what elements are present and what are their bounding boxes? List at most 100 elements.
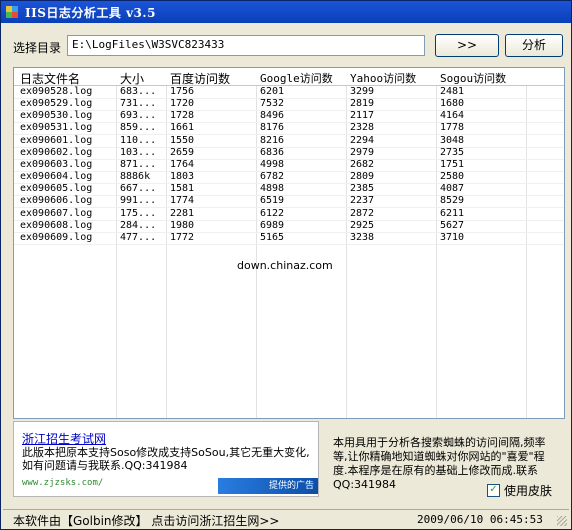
cell-google: 6836 — [260, 146, 285, 158]
checkbox-check-icon[interactable]: ✓ — [487, 484, 500, 497]
cell-baidu: 1774 — [170, 195, 195, 207]
cell-size: 991... — [120, 195, 157, 207]
table-row[interactable]: ex090606.log 991... 1774 6519 2237 8529 — [14, 195, 564, 209]
cell-sogou: 8529 — [440, 195, 465, 207]
status-datetime: 2009/06/10 06:45:53 — [417, 513, 543, 526]
cell-size: 693... — [120, 110, 157, 122]
cell-google: 8176 — [260, 122, 285, 134]
cell-sogou: 2735 — [440, 146, 465, 158]
cell-google: 8496 — [260, 110, 285, 122]
cell-filename: ex090603.log — [20, 158, 93, 170]
use-skin-checkbox[interactable]: ✓ 使用皮肤 — [487, 482, 552, 499]
cell-baidu: 1772 — [170, 231, 195, 243]
cell-baidu: 1550 — [170, 134, 195, 146]
log-table[interactable]: 日志文件名 大小 百度访问数 Google访问数 Yahoo访问数 Sogou访… — [13, 67, 565, 419]
cell-yahoo: 3238 — [350, 231, 375, 243]
column-header-sogou[interactable]: Sogou访问数 — [440, 70, 506, 86]
table-row[interactable]: ex090603.log 871... 1764 4998 2682 1751 — [14, 159, 564, 172]
table-row[interactable]: ex090605.log 667... 1581 4898 2385 4087 — [14, 183, 564, 197]
cell-size: 8886k — [120, 171, 151, 183]
cell-baidu: 1803 — [170, 171, 195, 183]
column-header-filename[interactable]: 日志文件名 — [20, 70, 80, 87]
cell-yahoo: 2328 — [350, 122, 375, 134]
cell-yahoo: 2872 — [350, 207, 375, 219]
directory-label: 选择目录 — [13, 41, 62, 55]
column-header-yahoo[interactable]: Yahoo访问数 — [350, 70, 416, 86]
cell-baidu: 2659 — [170, 146, 195, 158]
cell-sogou: 4087 — [440, 183, 465, 195]
column-header-google[interactable]: Google访问数 — [260, 70, 333, 86]
cell-size: 284... — [120, 219, 157, 231]
resize-grip-icon[interactable] — [557, 516, 567, 526]
cell-sogou: 1778 — [440, 122, 465, 134]
ad-banner[interactable]: 提供的广告 — [218, 478, 318, 494]
cell-filename: ex090529.log — [20, 98, 93, 110]
cell-baidu: 1764 — [170, 158, 195, 170]
cell-sogou: 5627 — [440, 219, 465, 231]
table-row[interactable]: ex090604.log 8886k 1803 6782 2809 2580 — [14, 171, 564, 185]
cell-sogou: 6211 — [440, 207, 465, 219]
cell-sogou: 2481 — [440, 86, 465, 97]
cell-google: 7532 — [260, 98, 285, 110]
table-row[interactable]: ex090531.log 859... 1661 8176 2328 1778 — [14, 122, 564, 136]
table-row[interactable]: ex090608.log 284... 1980 6989 2925 5627 — [14, 220, 564, 233]
cell-yahoo: 2682 — [350, 158, 375, 170]
table-row[interactable]: ex090609.log 477... 1772 5165 3238 3710 — [14, 232, 564, 245]
ad-panel: 浙江招生考试网 此版本把原本支持Soso修改成支持SoSou,其它无重大变化,如… — [13, 421, 319, 497]
cell-sogou: 3048 — [440, 134, 465, 146]
analyze-button[interactable]: 分析 — [505, 34, 563, 57]
table-row[interactable]: ex090529.log 731... 1720 7532 2819 1680 — [14, 98, 564, 112]
app-icon — [6, 6, 18, 18]
cell-size: 477... — [120, 231, 157, 243]
cell-google: 6519 — [260, 195, 285, 207]
cell-yahoo: 2809 — [350, 171, 375, 183]
cell-yahoo: 2979 — [350, 146, 375, 158]
cell-size: 103... — [120, 146, 157, 158]
status-link[interactable]: 本软件由【Golbin修改】 点击访问浙江招生网>> — [13, 512, 279, 529]
column-header-size[interactable]: 大小 — [120, 70, 144, 87]
window-title: IIS日志分析工具 v3.5 — [25, 6, 156, 20]
cell-size: 110... — [120, 134, 157, 146]
ad-url[interactable]: www.zjzsks.com/ — [22, 478, 103, 488]
cell-baidu: 1720 — [170, 98, 195, 110]
cell-google: 6122 — [260, 207, 285, 219]
column-header-baidu[interactable]: 百度访问数 — [170, 70, 230, 87]
cell-google: 4898 — [260, 183, 285, 195]
table-row[interactable]: ex090530.log 693... 1728 8496 2117 4164 — [14, 110, 564, 124]
cell-google: 6989 — [260, 219, 285, 231]
cell-google: 5165 — [260, 231, 285, 243]
cell-filename: ex090530.log — [20, 110, 93, 122]
cell-google: 4998 — [260, 158, 285, 170]
cell-baidu: 1728 — [170, 110, 195, 122]
table-row[interactable]: ex090601.log 110... 1550 8216 2294 3048 — [14, 135, 564, 148]
cell-filename: ex090607.log — [20, 207, 93, 219]
cell-yahoo: 2237 — [350, 195, 375, 207]
cell-filename: ex090531.log — [20, 122, 93, 134]
cell-filename: ex090601.log — [20, 134, 93, 146]
cell-size: 731... — [120, 98, 157, 110]
table-row[interactable]: ex090602.log 103... 2659 6836 2979 2735 — [14, 147, 564, 160]
table-row[interactable]: ex090528.log 683... 1756 6201 3299 2481 — [14, 86, 564, 99]
cell-filename: ex090528.log — [20, 86, 93, 97]
cell-size: 683... — [120, 86, 157, 97]
cell-filename: ex090609.log — [20, 231, 93, 243]
title-bar[interactable]: IIS日志分析工具 v3.5 — [1, 1, 571, 23]
cell-yahoo: 2385 — [350, 183, 375, 195]
cell-baidu: 1980 — [170, 219, 195, 231]
ad-text: 此版本把原本支持Soso修改成支持SoSou,其它无重大变化,如有问题请与我联系… — [22, 446, 310, 472]
path-input[interactable]: E:\LogFiles\W3SVC823433 — [67, 35, 425, 56]
table-row[interactable]: ex090607.log 175... 2281 6122 2872 6211 — [14, 208, 564, 221]
cell-sogou: 1751 — [440, 158, 465, 170]
watermark-text: down.chinaz.com — [237, 259, 333, 272]
cell-yahoo: 2819 — [350, 98, 375, 110]
cell-yahoo: 3299 — [350, 86, 375, 97]
cell-sogou: 2580 — [440, 171, 465, 183]
ad-link[interactable]: 浙江招生考试网 — [22, 430, 106, 447]
table-header: 日志文件名 大小 百度访问数 Google访问数 Yahoo访问数 Sogou访… — [14, 68, 564, 86]
browse-button[interactable]: >> — [435, 34, 499, 57]
cell-google: 6782 — [260, 171, 285, 183]
main-window: IIS日志分析工具 v3.5 选择目录 E:\LogFiles\W3SVC823… — [0, 0, 572, 530]
status-bar: 本软件由【Golbin修改】 点击访问浙江招生网>> 2009/06/10 06… — [3, 509, 569, 528]
cell-sogou: 1680 — [440, 98, 465, 110]
cell-yahoo: 2294 — [350, 134, 375, 146]
